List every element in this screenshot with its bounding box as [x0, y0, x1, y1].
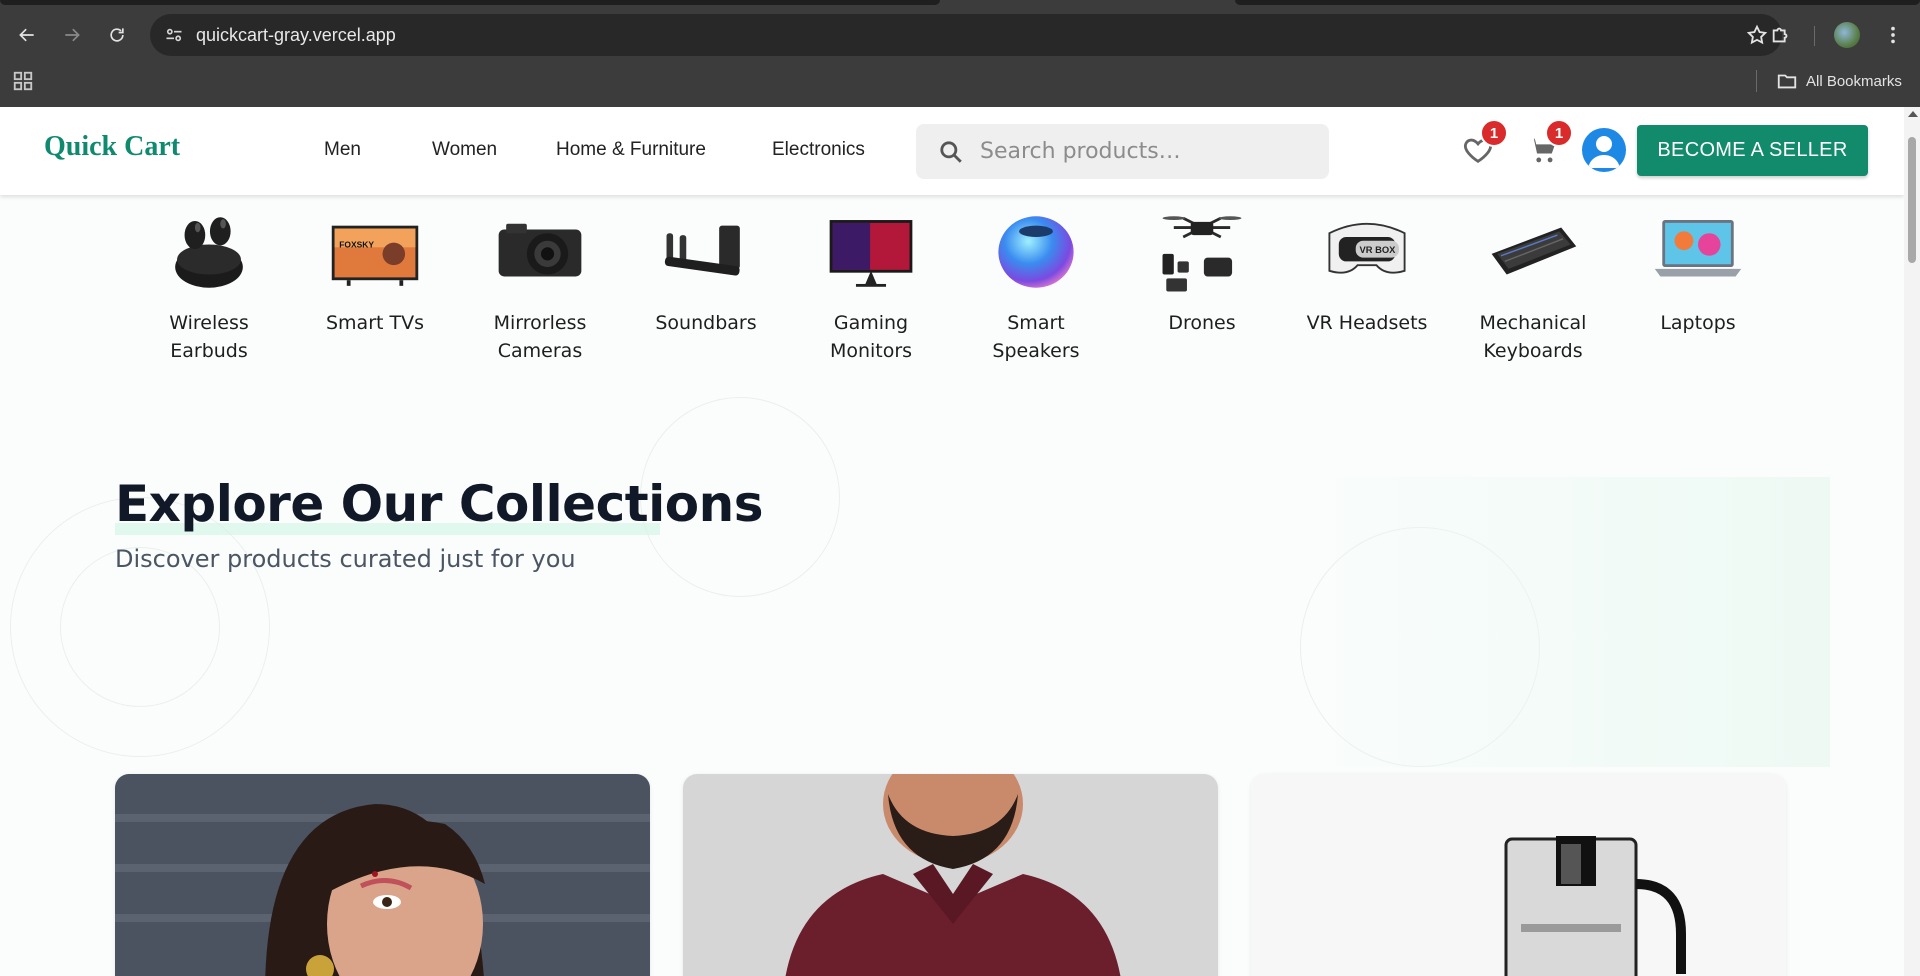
- category-smart-speakers[interactable]: Smart Speakers: [961, 205, 1111, 365]
- browser-toolbar: quickcart-gray.vercel.app: [0, 12, 1920, 58]
- category-mirrorless-cameras[interactable]: Mirrorless Cameras: [465, 205, 615, 365]
- women-collection-image: [115, 774, 650, 976]
- category-label: Gaming Monitors: [829, 312, 913, 362]
- category-smart-tvs[interactable]: FOXSKY Smart TVs: [300, 205, 450, 337]
- collection-card-home[interactable]: [1251, 774, 1786, 976]
- collection-card-men[interactable]: [683, 774, 1218, 976]
- soundbar-icon: [664, 225, 740, 276]
- bookmarks-divider: [1756, 70, 1757, 92]
- apps-grid-icon[interactable]: [12, 70, 34, 92]
- speaker-icon: [998, 216, 1074, 288]
- tab-strip-edge: [1235, 0, 1920, 5]
- url-text[interactable]: quickcart-gray.vercel.app: [196, 25, 396, 46]
- site-header: Quick Cart Men Women Home & Furniture El…: [0, 107, 1904, 195]
- category-label: Mirrorless Cameras: [493, 312, 587, 362]
- page-viewport: Quick Cart Men Women Home & Furniture El…: [0, 107, 1904, 976]
- browser-profile-avatar[interactable]: [1834, 22, 1860, 48]
- search-box: [916, 124, 1329, 179]
- more-vertical-icon: [1891, 26, 1895, 44]
- cart-count-badge: 1: [1545, 119, 1573, 147]
- become-seller-button[interactable]: BECOME A SELLER: [1637, 125, 1868, 176]
- reload-button[interactable]: [100, 12, 134, 58]
- category-wireless-earbuds[interactable]: Wireless Earbuds: [134, 205, 284, 365]
- back-button[interactable]: [10, 12, 44, 58]
- nav-electronics[interactable]: Electronics: [772, 139, 865, 161]
- nav-women[interactable]: Women: [432, 139, 497, 161]
- category-label: Soundbars: [655, 312, 757, 334]
- scroll-up-arrow-icon[interactable]: [1908, 111, 1918, 117]
- address-bar[interactable]: quickcart-gray.vercel.app: [150, 14, 1782, 56]
- folder-icon: [1777, 74, 1797, 89]
- camera-icon: [498, 223, 582, 277]
- drone-icon: [1162, 216, 1242, 292]
- reload-icon: [110, 28, 124, 42]
- category-drones[interactable]: Drones: [1127, 205, 1277, 337]
- category-gaming-monitors[interactable]: Gaming Monitors: [796, 205, 946, 365]
- browser-menu-button[interactable]: [1878, 20, 1908, 50]
- all-bookmarks-button[interactable]: All Bookmarks: [1776, 70, 1902, 92]
- vr-headset-icon: VR BOX: [1328, 222, 1406, 274]
- user-avatar[interactable]: [1582, 128, 1626, 172]
- monitor-icon: [829, 220, 913, 287]
- page-scrollbar[interactable]: [1904, 107, 1920, 976]
- search-input[interactable]: [980, 134, 1310, 168]
- background-panel: [1336, 477, 1830, 767]
- site-info-icon[interactable]: [164, 25, 184, 45]
- site-logo[interactable]: Quick Cart: [44, 131, 180, 163]
- men-collection-image: [683, 774, 1218, 976]
- tv-icon: FOXSKY: [331, 225, 419, 286]
- category-vr-headsets[interactable]: VR BOX VR Headsets: [1292, 205, 1442, 337]
- keyboard-icon: [1491, 227, 1577, 275]
- category-label: Laptops: [1660, 312, 1736, 334]
- wishlist-count-badge: 1: [1480, 119, 1508, 147]
- nav-home-furniture[interactable]: Home & Furniture: [556, 139, 706, 161]
- browser-chrome: quickcart-gray.vercel.app All Bookmarks: [0, 0, 1920, 107]
- category-label: Drones: [1168, 312, 1236, 334]
- scrollbar-thumb[interactable]: [1908, 137, 1916, 263]
- nav-men[interactable]: Men: [324, 139, 361, 161]
- collection-card-women[interactable]: [115, 774, 650, 976]
- extensions-button[interactable]: [1766, 20, 1796, 50]
- tv-brand-text: FOXSKY: [339, 239, 374, 249]
- category-label: Wireless Earbuds: [169, 312, 249, 362]
- category-mechanical-keyboards[interactable]: Mechanical Keyboards: [1458, 205, 1608, 365]
- arrow-left-icon: [19, 28, 34, 42]
- earbuds-icon: [175, 217, 243, 288]
- category-label: Smart Speakers: [992, 312, 1080, 362]
- all-bookmarks-label: All Bookmarks: [1806, 72, 1902, 90]
- laptop-icon: [1654, 220, 1742, 277]
- vr-box-text: VR BOX: [1359, 244, 1396, 255]
- page-subtitle: Discover products curated just for you: [115, 545, 576, 573]
- star-icon[interactable]: [1746, 24, 1768, 46]
- search-icon[interactable]: [938, 139, 964, 165]
- toolbar-divider: [1814, 26, 1815, 46]
- page-title: Explore Our Collections: [115, 475, 763, 533]
- bookmarks-bar: All Bookmarks: [0, 66, 1920, 96]
- category-label: VR Headsets: [1306, 312, 1428, 334]
- category-label: Mechanical Keyboards: [1479, 312, 1587, 362]
- user-icon: [1588, 136, 1620, 168]
- category-soundbars[interactable]: Soundbars: [631, 205, 781, 337]
- puzzle-icon: [1772, 27, 1788, 43]
- tab-strip-edge: [0, 0, 940, 5]
- home-collection-image: [1251, 774, 1786, 976]
- forward-button[interactable]: [55, 12, 89, 58]
- category-label: Smart TVs: [325, 312, 424, 334]
- arrow-right-icon: [65, 28, 80, 42]
- category-laptops[interactable]: Laptops: [1623, 205, 1773, 337]
